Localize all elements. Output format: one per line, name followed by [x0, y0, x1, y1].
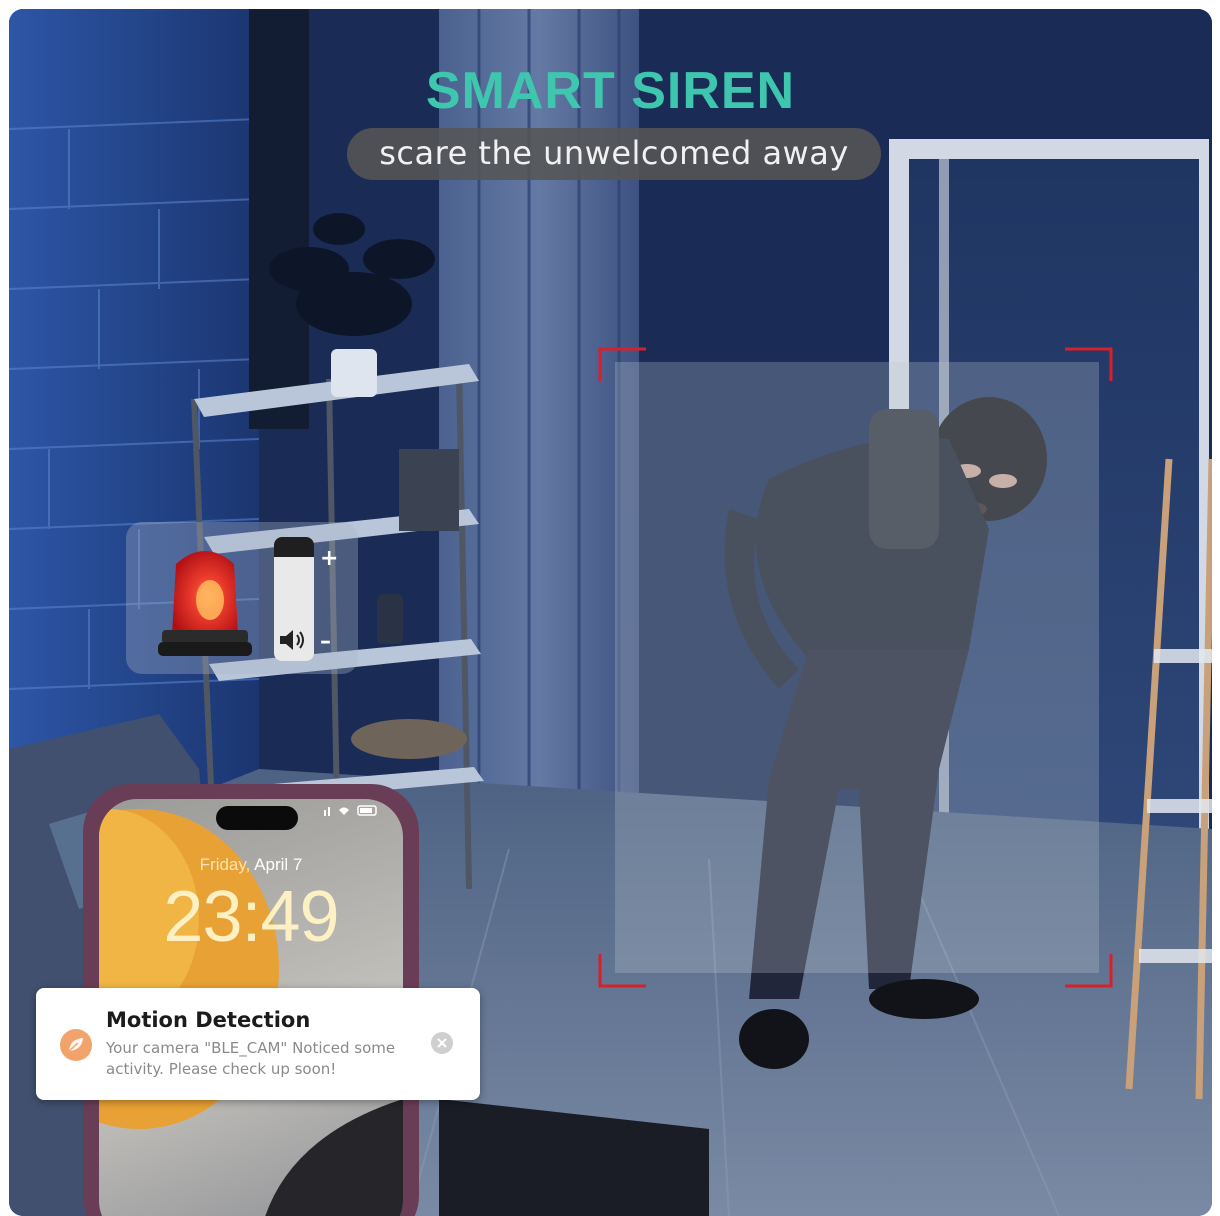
leaf-icon: [60, 1029, 92, 1061]
status-bar-icons: [324, 805, 377, 816]
tagline-text: scare the unwelcomed away: [379, 134, 849, 172]
hero-banner: SMART SIREN scare the unwelcomed away + …: [9, 9, 1212, 1216]
vase: [377, 594, 403, 644]
detection-corner-top-left: [598, 347, 646, 381]
phone-dynamic-island: [216, 806, 298, 830]
motion-notification[interactable]: Motion Detection Your camera "BLE_CAM" N…: [36, 988, 480, 1100]
bowl: [351, 719, 467, 759]
detection-corner-bottom-left: [598, 954, 646, 988]
volume-plus-label[interactable]: +: [320, 546, 338, 571]
lock-screen-day: Friday,: [199, 855, 251, 874]
volume-slider[interactable]: [274, 537, 314, 661]
volume-slider-top: [274, 537, 314, 557]
siren-light-icon: [158, 551, 252, 656]
detection-corner-top-right: [1065, 347, 1113, 381]
headline-title: SMART SIREN: [425, 62, 796, 120]
tagline-pill: scare the unwelcomed away: [347, 128, 881, 180]
lock-screen-date: Friday, April 7: [99, 855, 403, 875]
detection-corner-bottom-right: [1065, 954, 1113, 988]
lock-screen-month-day: April 7: [250, 855, 303, 874]
books: [399, 449, 459, 531]
lock-screen-time: 23:49: [163, 877, 339, 957]
close-icon[interactable]: [431, 1032, 453, 1054]
notification-title: Motion Detection: [106, 1008, 311, 1032]
motion-detection-zone: [615, 362, 1099, 973]
volume-minus-label[interactable]: –: [320, 629, 331, 654]
notification-body: Your camera "BLE_CAM" Noticed some activ…: [106, 1039, 396, 1078]
plant-pot: [331, 349, 377, 397]
speaker-icon: [280, 630, 304, 650]
